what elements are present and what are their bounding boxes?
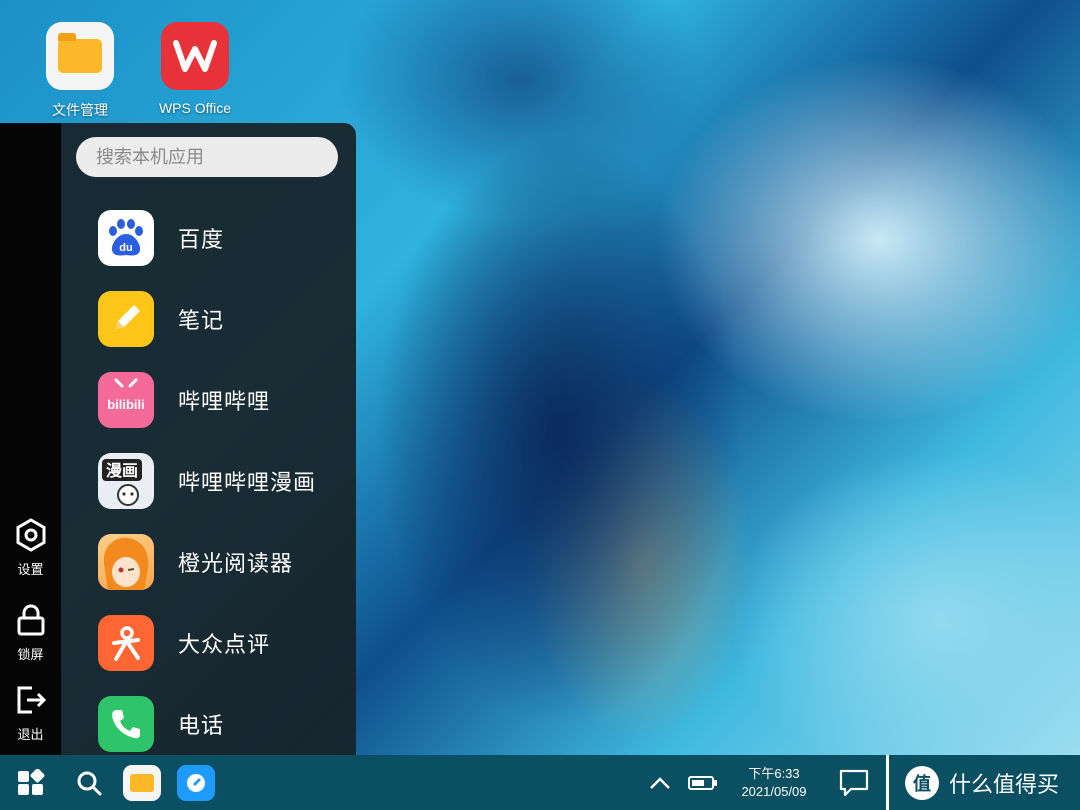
exit-icon (17, 686, 46, 714)
battery-icon (688, 775, 717, 790)
app-label: 哔哩哔哩漫画 (178, 470, 317, 495)
exit-button[interactable]: 退出 (0, 683, 61, 743)
start-button[interactable] (12, 755, 50, 810)
lock-icon (17, 604, 44, 636)
app-item-dianping[interactable]: 大众点评 (98, 614, 348, 672)
app-label: 哔哩哔哩 (178, 389, 271, 414)
clock-time: 下午6:33 (748, 765, 800, 781)
notifications-button[interactable] (836, 755, 872, 810)
app-item-orange-reader[interactable]: 橙光阅读器 (98, 533, 348, 591)
app-label: 橙光阅读器 (178, 551, 294, 576)
desktop-icon-file-manager[interactable]: 文件管理 (25, 22, 135, 120)
bilibili-comics-icon: 漫画 (98, 453, 154, 509)
taskbar-browser[interactable] (176, 755, 216, 810)
app-label: 大众点评 (178, 632, 271, 657)
taskbar-divider (886, 755, 889, 810)
search-icon (77, 771, 102, 795)
folder-icon (46, 22, 114, 90)
message-icon (839, 769, 869, 796)
orange-reader-icon (98, 534, 154, 590)
notes-icon (98, 291, 154, 347)
tray-expand-button[interactable] (645, 755, 675, 810)
desktop-icon-label: WPS Office (158, 100, 232, 116)
lock-screen-button[interactable]: 锁屏 (0, 603, 61, 663)
app-item-bilibili[interactable]: bilibili 哔哩哔哩 (98, 371, 348, 429)
start-menu-panel: du 百度 笔记 bilibili 哔哩哔哩 漫画 (61, 123, 356, 755)
settings-label: 设置 (17, 562, 44, 577)
app-item-phone[interactable]: 电话 (98, 695, 348, 753)
app-item-bilibili-comics[interactable]: 漫画 哔哩哔哩漫画 (98, 452, 348, 510)
browser-icon (177, 764, 215, 801)
dianping-icon (98, 615, 154, 671)
battery-indicator[interactable] (685, 755, 721, 810)
taskbar: 下午6:33 2021/05/09 值 什么值得买 (0, 755, 1080, 810)
chevron-up-icon (650, 776, 670, 789)
app-item-notes[interactable]: 笔记 (98, 290, 348, 348)
desktop-icon-wps-office[interactable]: WPS Office (140, 22, 250, 116)
app-label: 笔记 (178, 308, 225, 333)
settings-icon (16, 518, 45, 552)
lock-label: 锁屏 (17, 647, 44, 662)
bilibili-icon: bilibili (98, 372, 154, 428)
wps-icon (161, 22, 229, 90)
svg-text:漫画: 漫画 (106, 461, 138, 480)
taskbar-file-manager[interactable] (122, 755, 162, 810)
desktop-icon-label: 文件管理 (52, 102, 108, 118)
watermark-text: 什么值得买 (949, 771, 1060, 797)
watermark-badge: 值 (905, 765, 939, 800)
taskbar-search-button[interactable] (70, 755, 108, 810)
svg-text:du: du (119, 242, 132, 254)
folder-icon (123, 764, 161, 801)
app-label: 电话 (178, 713, 225, 738)
app-search-input[interactable] (76, 137, 338, 177)
app-label: 百度 (178, 227, 225, 252)
app-item-baidu[interactable]: du 百度 (98, 209, 348, 267)
clock-date: 2021/05/09 (741, 783, 807, 799)
start-grid-icon (18, 768, 45, 795)
clock[interactable]: 下午6:33 2021/05/09 (728, 755, 820, 810)
baidu-icon: du (98, 210, 154, 266)
start-side-strip: 设置 锁屏 退出 (0, 123, 61, 755)
settings-button[interactable]: 设置 (0, 518, 61, 578)
phone-icon (98, 696, 154, 752)
svg-text:bilibili: bilibili (107, 397, 145, 412)
watermark: 值 什么值得买 (905, 755, 1075, 810)
exit-label: 退出 (17, 727, 44, 742)
